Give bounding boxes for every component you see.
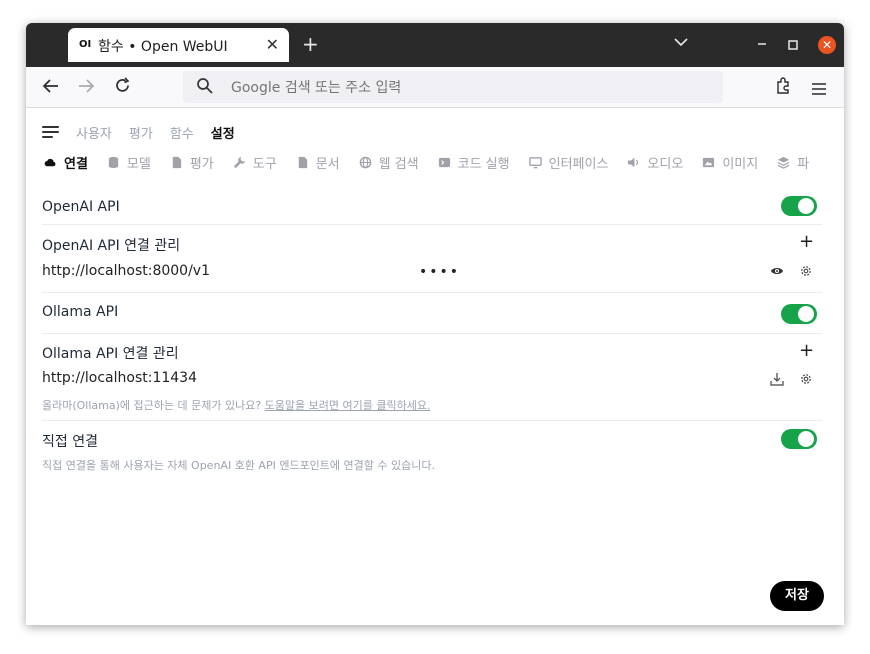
openai-connection-url[interactable]: http://localhost:8000/v1 [42,263,210,279]
gear-icon[interactable] [799,264,813,278]
terminal-icon [438,157,450,167]
tab-models[interactable]: 모델 [107,153,151,172]
navigation-bar [26,67,844,108]
tab-audio[interactable]: 오디오 [627,153,683,172]
speaker-icon [628,157,639,167]
save-button[interactable]: 저장 [770,581,824,611]
ollama-api-toggle[interactable] [781,304,817,324]
browser-tab[interactable]: OI 함수 • Open WebUI ✕ [68,28,289,62]
nav-settings[interactable]: 설정 [211,123,235,142]
ollama-help-prefix: 올라마(Ollama)에 접근하는 데 문제가 있나요? [42,399,265,412]
download-icon[interactable] [770,372,784,386]
database-icon [108,156,119,168]
divider [42,333,822,334]
cloud-icon [44,158,56,166]
openai-api-title: OpenAI API [42,199,120,215]
extensions-puzzle-icon[interactable] [775,77,792,100]
layers-icon [777,156,790,169]
forward-arrow-icon[interactable] [77,78,95,99]
gear-icon[interactable] [799,372,813,386]
nav-users[interactable]: 사용자 [76,123,112,142]
tab-documents[interactable]: 문서 [296,153,340,172]
tab-interface[interactable]: 인터페이스 [528,153,608,172]
tab-images[interactable]: 이미지 [702,153,758,172]
tab-code-execution[interactable]: 코드 실행 [438,153,510,172]
tab-evaluations[interactable]: 평가 [170,153,214,172]
monitor-icon [528,156,542,168]
new-tab-button[interactable]: + [302,32,319,56]
settings-tabs: 연결 모델 평가 도구 문서 웹 검색 코드 실행 인터페이스 오디오 이미지 … [44,152,834,172]
add-ollama-connection-button[interactable]: + [799,340,814,361]
globe-icon [359,156,371,168]
tab-tools[interactable]: 도구 [233,153,277,172]
title-bar: OI 함수 • Open WebUI ✕ + ✕ [26,23,844,67]
reload-icon[interactable] [114,77,131,99]
divider [42,292,822,293]
menu-icon[interactable] [812,79,826,100]
direct-connections-title: 직접 연결 [42,434,98,450]
ollama-manage-title: Ollama API 연결 관리 [42,346,179,362]
add-openai-connection-button[interactable]: + [799,231,814,252]
openai-api-toggle[interactable] [781,196,817,216]
tab-connections[interactable]: 연결 [44,153,88,172]
direct-connections-toggle[interactable] [781,429,817,449]
admin-top-nav: 사용자 평가 함수 설정 [42,122,252,142]
minimize-icon[interactable] [756,33,768,51]
tab-pipelines[interactable]: 파 [777,153,809,172]
nav-functions[interactable]: 함수 [170,123,194,142]
ollama-connection-url[interactable]: http://localhost:11434 [42,370,197,386]
image-icon [703,157,715,167]
address-bar[interactable] [183,71,723,103]
back-arrow-icon[interactable] [42,78,60,99]
wrench-icon [233,156,245,168]
file-icon [298,156,307,168]
browser-window: OI 함수 • Open WebUI ✕ + ✕ Google 검색 또는 주소… [26,23,844,625]
search-icon [197,78,213,94]
tab-web-search[interactable]: 웹 검색 [359,153,419,172]
ollama-help-text: 올라마(Ollama)에 접근하는 데 문제가 있나요? 도움말을 보려면 여기… [42,397,430,413]
close-icon[interactable]: ✕ [266,35,279,54]
nav-evaluations[interactable]: 평가 [129,123,153,142]
window-close-icon[interactable]: ✕ [818,36,836,54]
settings-page: 사용자 평가 함수 설정 연결 모델 평가 도구 문서 웹 검색 코드 실행 인… [26,108,844,625]
favicon-icon: OI [79,39,92,50]
maximize-icon[interactable] [788,38,798,54]
tab-title: 함수 • Open WebUI [98,39,228,55]
chevron-down-icon[interactable] [674,35,688,51]
openai-api-key-masked[interactable]: •••• [419,264,460,280]
ollama-help-link[interactable]: 도움말을 보려면 여기를 클릭하세요. [265,399,431,412]
divider [42,420,822,421]
openai-manage-title: OpenAI API 연결 관리 [42,238,181,254]
ollama-api-title: Ollama API [42,304,119,320]
direct-connections-description: 직접 연결을 통해 사용자는 자체 OpenAI 호환 API 엔드포인트에 연… [42,459,435,472]
document-icon [172,156,181,168]
divider [42,224,822,225]
sidebar-toggle-icon[interactable] [42,125,60,139]
address-input[interactable] [229,76,693,100]
eye-icon[interactable] [770,264,784,278]
